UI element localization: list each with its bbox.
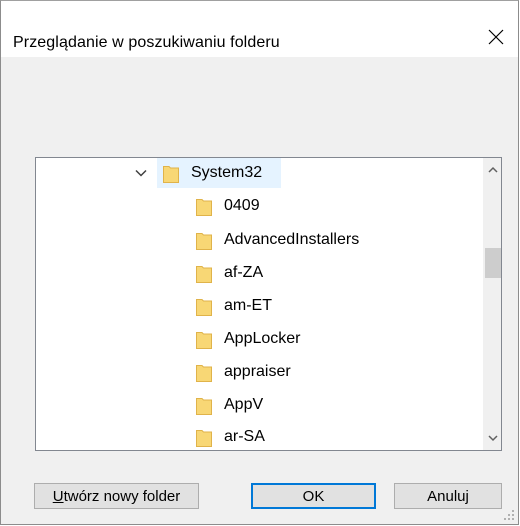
- ok-label: OK: [302, 487, 325, 505]
- folder-icon: [196, 265, 212, 283]
- new-folder-label: twórz nowy folder: [63, 487, 181, 505]
- resize-grip-icon[interactable]: [503, 509, 515, 521]
- folder-icon: [196, 364, 212, 382]
- chevron-up-icon: [487, 166, 498, 173]
- tree-item-label: appraiser: [224, 363, 291, 380]
- tree-item[interactable]: am-ET: [196, 291, 272, 321]
- folder-icon: [196, 298, 212, 316]
- tree-item[interactable]: ar-SA: [196, 422, 265, 450]
- tree-item-label: 0409: [224, 197, 260, 214]
- tree-item[interactable]: appraiser: [196, 357, 291, 387]
- cancel-button[interactable]: Anuluj: [394, 483, 502, 509]
- close-icon: [488, 29, 504, 45]
- tree-item-system32[interactable]: System32: [157, 158, 281, 188]
- tree-item-label: System32: [191, 164, 263, 181]
- tree-item-label: AppLocker: [224, 330, 301, 347]
- ok-button[interactable]: OK: [251, 483, 376, 509]
- folder-icon: [163, 165, 179, 183]
- mnemonic-letter: U: [52, 487, 64, 505]
- scroll-down-button[interactable]: [484, 430, 501, 447]
- tree-item[interactable]: AppLocker: [196, 324, 301, 354]
- vertical-scrollbar[interactable]: [483, 158, 501, 450]
- tree-item[interactable]: af-ZA: [196, 258, 263, 288]
- folder-icon: [196, 331, 212, 349]
- scrollbar-thumb[interactable]: [485, 248, 501, 278]
- tree-item[interactable]: AdvancedInstallers: [196, 225, 359, 255]
- tree-item[interactable]: 0409: [196, 191, 260, 221]
- chevron-down-icon: [487, 435, 498, 442]
- browse-folder-dialog: Przeglądanie w poszukiwaniu folderu Syst…: [0, 0, 519, 525]
- dialog-title: Przeglądanie w poszukiwaniu folderu: [13, 34, 280, 51]
- close-button[interactable]: [474, 19, 518, 55]
- tree-item-label: ar-SA: [224, 428, 265, 445]
- cancel-label: Anuluj: [427, 487, 469, 505]
- chevron-down-icon[interactable]: [134, 166, 148, 180]
- scroll-up-button[interactable]: [484, 161, 501, 178]
- folder-tree[interactable]: System32 0409 AdvancedInstallers af-ZA a: [35, 157, 502, 451]
- folder-icon: [196, 232, 212, 250]
- folder-icon: [196, 397, 212, 415]
- tree-item-label: AppV: [224, 396, 264, 413]
- tree-item[interactable]: AppV: [196, 390, 263, 420]
- tree-item-label: AdvancedInstallers: [224, 231, 360, 248]
- folder-icon: [196, 429, 212, 447]
- new-folder-button[interactable]: Utwórz nowy folder: [34, 483, 199, 509]
- title-bar: Przeglądanie w poszukiwaniu folderu: [1, 1, 518, 57]
- tree-item-label: am-ET: [224, 297, 272, 314]
- folder-icon: [196, 198, 212, 216]
- tree-item-label: af-ZA: [224, 264, 264, 281]
